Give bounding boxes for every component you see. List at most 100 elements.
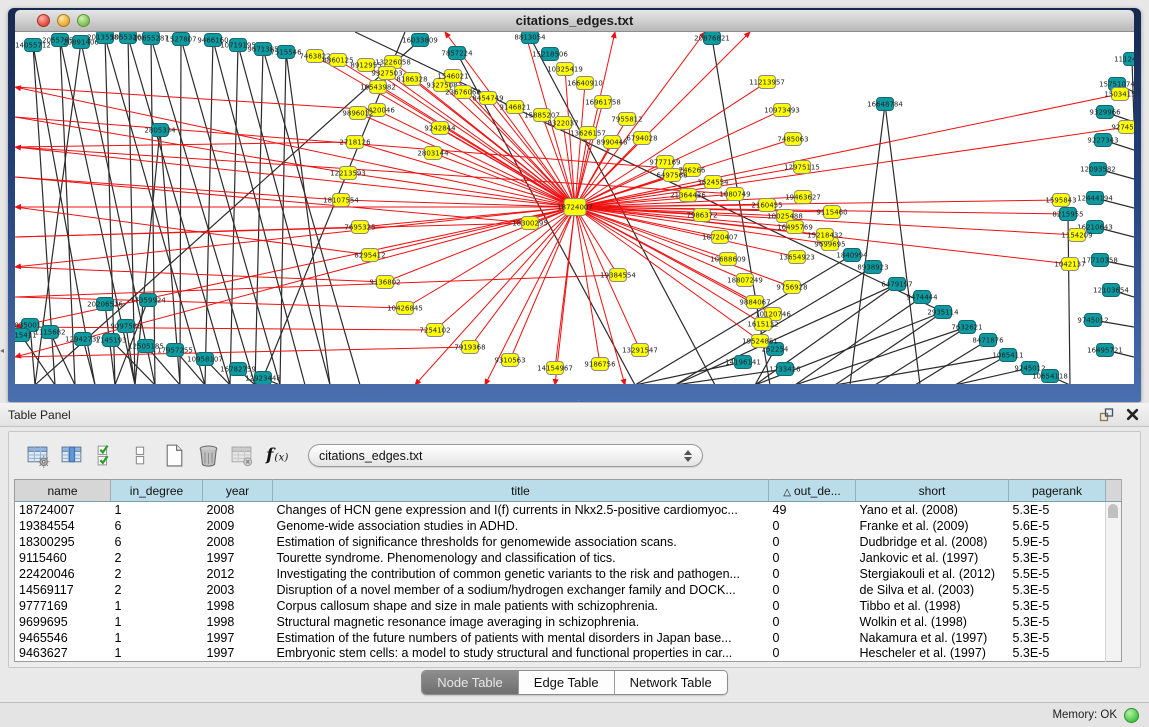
table-row[interactable]: 1830029562008Estimation of significance … (15, 534, 1122, 550)
column-header-short[interactable]: short (856, 480, 1009, 502)
tab-node-table[interactable]: Node Table (422, 671, 519, 694)
table-cell: 18300295 (15, 534, 111, 550)
table-cell: 5.3E-5 (1009, 630, 1106, 646)
graph-node-label: 3915411 (15, 332, 37, 340)
delete-table-icon (196, 443, 221, 468)
table-scrollbar (1106, 582, 1122, 598)
tab-edge-table[interactable]: Edge Table (519, 671, 615, 694)
graph-node-label: 7695325 (344, 224, 375, 232)
delete-column-disabled-button[interactable] (226, 441, 258, 471)
table-cell: 2 (111, 582, 203, 598)
citation-edge-black (238, 45, 330, 384)
node-table: namein_degreeyeartitle△out_de...shortpag… (14, 479, 1122, 662)
graph-node-label: 9245012 (1014, 365, 1045, 373)
graph-node-label: 1042137 (1054, 261, 1085, 269)
graph-node-label: 17359924 (130, 297, 166, 305)
graph-node-label: 16648784 (867, 101, 903, 109)
table-cell: 9777169 (15, 598, 111, 614)
citation-edge-black (263, 49, 360, 384)
tab-network-table[interactable]: Network Table (615, 671, 727, 694)
graph-node-label: 6497568 (656, 172, 687, 180)
graph-node-label: 19524851 (742, 338, 778, 346)
column-header-year[interactable]: year (203, 480, 273, 502)
table-row[interactable]: 1872400712008Changes of HCN gene express… (15, 502, 1122, 518)
deselect-all-button[interactable] (124, 441, 156, 471)
network-window[interactable]: citations_edges.txt 14055712205578532089… (8, 8, 1141, 402)
citation-network-graph[interactable]: 1405571220557853208914062013558110553267… (15, 32, 1134, 384)
citation-edge-red (555, 207, 575, 384)
graph-node-label: 16961758 (585, 99, 621, 107)
new-table-button[interactable] (158, 441, 190, 471)
graph-node-label: 8322037 (547, 120, 578, 128)
delete-table-button[interactable] (192, 441, 224, 471)
table-cell: 0 (769, 646, 856, 662)
table-cell: 5.3E-5 (1009, 582, 1106, 598)
graph-node-label: 9474444 (906, 294, 938, 302)
table-cell: 5.3E-5 (1009, 550, 1106, 566)
table-cell: Nakamura et al. (1997) (856, 630, 1009, 646)
graph-node-label: 8186328 (396, 76, 427, 84)
graph-node-label: 18720407 (702, 234, 738, 242)
citation-edge-red (358, 113, 575, 207)
table-row[interactable]: 977716911998Corpus callosum shape and si… (15, 598, 1122, 614)
graph-node-label: 18724007 (557, 204, 593, 212)
graph-node-label: 16640910 (567, 80, 603, 88)
table-cell: 2008 (203, 534, 273, 550)
scrollbar-thumb[interactable] (1108, 504, 1118, 518)
graph-node-label: 20206516 (87, 301, 123, 309)
graph-node-label: 16495721 (1087, 347, 1123, 355)
table-row[interactable]: 969969511998Structural magnetic resonanc… (15, 614, 1122, 630)
table-cell: 1997 (203, 550, 273, 566)
table-cell: 1 (111, 630, 203, 646)
table-select-value: citations_edges.txt (319, 449, 678, 463)
graph-node-label: 8215955 (1052, 211, 1083, 219)
table-row[interactable]: 911546021997Tourette syndrome. Phenomeno… (15, 550, 1122, 566)
table-row[interactable]: 946554611997Estimation of the future num… (15, 630, 1122, 646)
graph-node-label: 9242844 (424, 125, 456, 133)
table-row[interactable]: 1456911722003Disruption of a novel membe… (15, 582, 1122, 598)
function-builder-button[interactable]: f(x) (260, 441, 292, 471)
table-cell: 1997 (203, 646, 273, 662)
column-header-in_degree[interactable]: in_degree (111, 480, 203, 502)
graph-node-label: 9329966 (1089, 109, 1121, 117)
select-all-button[interactable] (90, 441, 122, 471)
column-header-name[interactable]: name (15, 480, 111, 502)
table-cell: Disruption of a novel member of a sodium… (273, 582, 769, 598)
table-cell: 5.3E-5 (1009, 598, 1106, 614)
citation-edge-black (795, 297, 922, 384)
table-scrollbar[interactable] (1106, 502, 1122, 518)
table-cell: 5.3E-5 (1009, 502, 1106, 518)
citation-edge-red (15, 327, 435, 330)
column-header-out_de[interactable]: △out_de... (769, 480, 856, 502)
column-header-pagerank[interactable]: pagerank (1009, 480, 1106, 502)
table-panel-header: Table Panel (0, 403, 1149, 427)
float-panel-icon[interactable] (1099, 408, 1114, 422)
citation-edge-black (180, 39, 181, 384)
graph-node-label: 1503415 (1104, 91, 1134, 99)
table-header-row: namein_degreeyeartitle△out_de...shortpag… (15, 480, 1122, 502)
graph-node-label: 6479197 (881, 281, 912, 289)
graph-node-label: 15218432 (807, 232, 843, 240)
table-cell: 2003 (203, 582, 273, 598)
column-header-title[interactable]: title (273, 480, 769, 502)
table-select[interactable]: citations_edges.txt (308, 444, 703, 467)
citation-edge-red (575, 207, 618, 275)
table-row[interactable]: 1938455462009Genome-wide association stu… (15, 518, 1122, 534)
graph-node-label: 1080749 (719, 191, 750, 199)
network-canvas[interactable]: 1405571220557853208914062013558110553267… (15, 32, 1134, 384)
table-cell: 2008 (203, 502, 273, 518)
graph-node-label: 7857224 (441, 50, 473, 58)
table-settings-button[interactable] (22, 441, 54, 471)
table-cell: 5.3E-5 (1009, 646, 1106, 662)
table-cell: Jankovic et al. (1997) (856, 550, 1009, 566)
table-panel-content: f(x) citations_edges.txt namein_degreeye… (8, 431, 1141, 668)
network-window-titlebar[interactable]: citations_edges.txt (15, 10, 1134, 32)
close-panel-icon[interactable] (1126, 408, 1139, 421)
table-cell: 19384554 (15, 518, 111, 534)
panel-collapse-handle[interactable]: ◂ (0, 345, 7, 357)
table-cell: 14569117 (15, 582, 111, 598)
column-visibility-button[interactable] (56, 441, 88, 471)
graph-node-label: 14154967 (537, 365, 573, 373)
table-row[interactable]: 2242004622012Investigating the contribut… (15, 566, 1122, 582)
table-row[interactable]: 946362711997Embryonic stem cells: a mode… (15, 646, 1122, 662)
